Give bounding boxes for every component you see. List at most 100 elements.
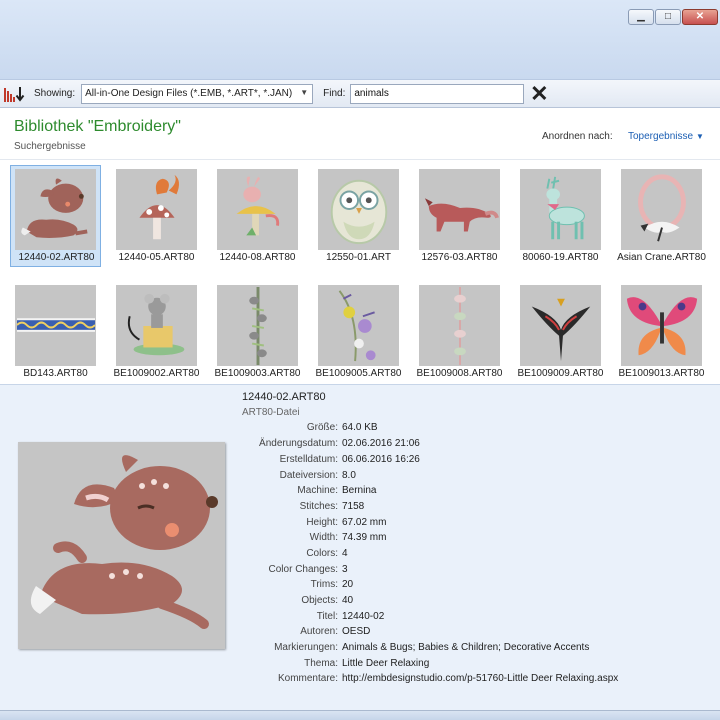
detail-file-name: 12440-02.ART80 [242,391,326,403]
vertical-border-thumbnail-icon [419,285,500,366]
detail-property-row: Height: 67.02 mm [0,517,720,531]
window-titlebar: ▁ □ ✕ [0,0,720,80]
window-bottom-edge [0,710,720,720]
property-value: 7158 [342,501,365,512]
result-tile[interactable]: 12440-05.ART80 [111,165,202,267]
window-controls: ▁ □ ✕ [628,9,718,25]
clear-search-button[interactable]: ✕ [528,80,550,106]
vertical-border-thumbnail-icon [217,285,298,366]
file-type-filter-select[interactable]: All-in-One Design Files (*.EMB, *.ART*, … [81,83,314,104]
result-label: 12440-02.ART80 [18,252,95,263]
detail-property-row: Width: 74.39 mm [0,532,720,546]
minimize-button[interactable]: ▁ [628,9,654,25]
minimize-icon: ▁ [637,11,645,22]
close-window-button[interactable]: ✕ [682,9,718,25]
details-pane: 12440-02.ART80 ART80-Datei Größe: 64.0 KB… [0,384,720,710]
property-key: Änderungsdatum: [259,438,338,449]
result-tile[interactable]: 80060-19.ART80 [515,165,606,267]
result-label: Asian Crane.ART80 [617,252,706,263]
result-tile[interactable]: 12440-02.ART80 [10,165,101,267]
border-band-thumbnail-icon [15,285,96,366]
result-tile[interactable]: 12440-08.ART80 [212,165,303,267]
result-tile[interactable]: BE1009008.ART80 [414,281,505,383]
mouse-cake-thumbnail-icon [116,285,197,366]
property-value: 12440-02 [342,611,385,622]
detail-property-row: Erstelldatum: 06.06.2016 16:26 [0,454,720,468]
detail-property-row: Color Changes: 3 [0,564,720,578]
detail-property-row: Colors: 4 [0,548,720,562]
property-value: OESD [342,626,371,637]
property-value: Little Deer Relaxing [342,658,430,669]
detail-property-row: Größe: 64.0 KB [0,422,720,436]
bird-thumbnail-icon [520,285,601,366]
result-tile[interactable]: Asian Crane.ART80 [616,165,707,267]
result-label: BE1009003.ART80 [214,368,301,379]
property-key: Machine: [297,485,338,496]
caret-down-icon: ▼ [696,132,704,141]
result-tile[interactable]: BD143.ART80 [10,281,101,383]
result-label: 12440-05.ART80 [118,252,195,263]
result-label: 12576-03.ART80 [421,252,498,263]
detail-property-row: Dateiversion: 8.0 [0,470,720,484]
sort-by-dropdown[interactable]: Topergebnisse ▼ [628,131,704,142]
result-tile[interactable]: BE1009013.ART80 [616,281,707,383]
fox-thumbnail-icon [419,169,500,250]
property-value: Bernina [342,485,377,496]
property-key: Kommentare: [277,673,338,684]
property-key: Größe: [306,422,338,433]
detail-property-row: Kommentare: http://embdesignstudio.com/p-… [0,673,720,687]
sort-by-value: Topergebnisse [628,131,694,142]
result-tile[interactable]: BE1009003.ART80 [212,281,303,383]
detail-property-row: Autoren: OESD [0,626,720,640]
property-value: 40 [342,595,354,606]
library-header: Bibliothek "Embroidery" Suchergebnisse A… [0,110,720,160]
property-value: http://embdesignstudio.com/p-51760-Littl… [342,673,619,684]
crane-wreath-thumbnail-icon [621,169,702,250]
detail-property-row: Thema: Little Deer Relaxing [0,658,720,672]
property-value: 64.0 KB [342,422,378,433]
bunny-mushroom-thumbnail-icon [217,169,298,250]
flower-border-thumbnail-icon [318,285,399,366]
result-tile[interactable]: BE1009002.ART80 [111,281,202,383]
result-label: BE1009005.ART80 [315,368,402,379]
property-key: Markierungen: [274,642,338,653]
property-key: Height: [306,517,338,528]
detail-property-row: Änderungsdatum: 02.06.2016 21:06 [0,438,720,452]
result-label: BE1009013.ART80 [618,368,705,379]
file-type-filter-value: All-in-One Design Files (*.EMB, *.ART*, … [85,88,293,99]
result-label: 12440-08.ART80 [219,252,296,263]
library-subtitle: Suchergebnisse [14,141,86,152]
sort-order-button[interactable] [0,83,28,105]
property-key: Stitches: [299,501,338,512]
result-tile[interactable]: BE1009009.ART80 [515,281,606,383]
property-key: Erstelldatum: [279,454,338,465]
property-value: 20 [342,579,354,590]
property-value: 8.0 [342,470,356,481]
clear-icon: ✕ [530,80,549,106]
maximize-button[interactable]: □ [655,9,681,25]
property-value: 02.06.2016 21:06 [342,438,420,449]
property-key: Objects: [301,595,338,606]
maximize-icon: □ [664,11,672,22]
library-title: Bibliothek "Embroidery" [14,118,181,135]
detail-property-row: Stitches: 7158 [0,501,720,515]
property-value: 67.02 mm [342,517,387,528]
find-input[interactable] [350,83,525,104]
detail-property-row: Titel: 12440-02 [0,611,720,625]
sort-by-label: Anordnen nach: [542,131,613,142]
property-value: 74.39 mm [342,532,387,543]
result-tile[interactable]: BE1009005.ART80 [313,281,404,383]
butterfly-thumbnail-icon [621,285,702,366]
deer-thumbnail-icon [15,169,96,250]
sort-descending-icon [4,86,25,102]
chevron-down-icon: ▼ [300,87,309,97]
result-tile[interactable]: 12576-03.ART80 [414,165,505,267]
property-key: Dateiversion: [279,470,338,481]
detail-property-row: Objects: 40 [0,595,720,609]
result-tile[interactable]: 12550-01.ART [313,165,404,267]
reindeer-thumbnail-icon [520,169,601,250]
property-value: Animals & Bugs; Babies & Children; Decor… [342,642,590,653]
property-key: Colors: [306,548,338,559]
result-label: BE1009009.ART80 [517,368,604,379]
detail-property-row: Machine: Bernina [0,485,720,499]
